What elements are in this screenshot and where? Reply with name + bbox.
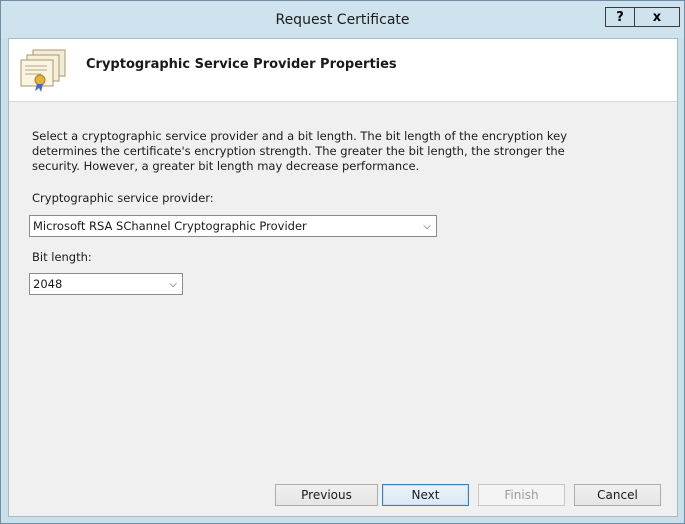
window-title: Request Certificate [275,12,410,28]
chevron-down-icon[interactable]: ⌵ [420,218,434,234]
bit-length-selected-value: 2048 [33,277,63,291]
csp-label: Cryptographic service provider: [32,191,214,205]
previous-button[interactable]: Previous [275,484,378,506]
help-button[interactable]: ? [605,7,635,27]
page-title: Cryptographic Service Provider Propertie… [86,57,397,72]
csp-selected-value: Microsoft RSA SChannel Cryptographic Pro… [33,219,307,233]
next-button[interactable]: Next [382,484,469,506]
description-text: Select a cryptographic service provider … [32,129,568,173]
chevron-down-icon[interactable]: ⌵ [166,276,180,292]
title-bar[interactable]: Request Certificate ? x [1,1,684,38]
cancel-button[interactable]: Cancel [574,484,661,506]
close-button[interactable]: x [634,7,680,27]
certificate-icon [20,49,66,92]
wizard-header: Cryptographic Service Provider Propertie… [9,39,677,102]
dialog-content: Cryptographic Service Provider Propertie… [8,38,678,517]
csp-dropdown[interactable]: Microsoft RSA SChannel Cryptographic Pro… [29,215,437,237]
request-certificate-window: Request Certificate ? x Cryptographic Se… [0,0,685,524]
finish-button[interactable]: Finish [478,484,565,506]
bit-length-dropdown[interactable]: 2048 ⌵ [29,273,183,295]
bit-length-label: Bit length: [32,250,92,264]
